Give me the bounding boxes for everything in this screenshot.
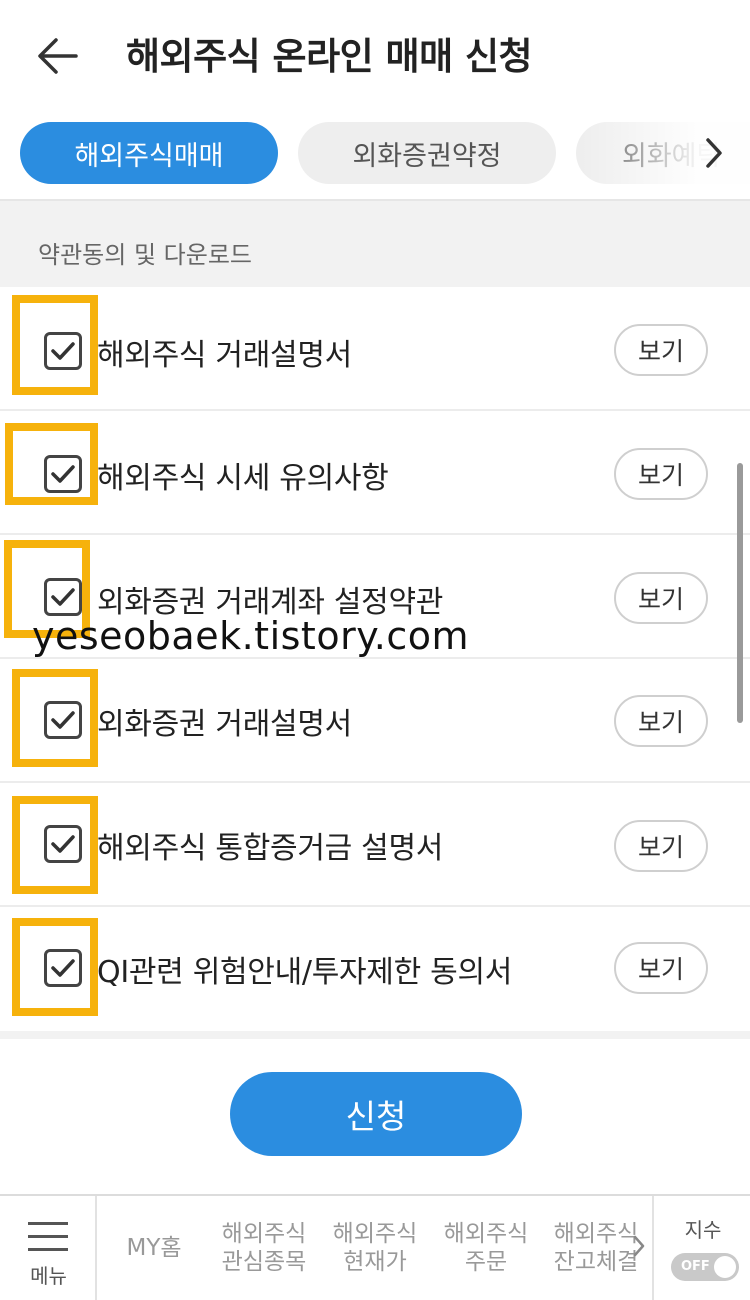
- nav-item-my-home[interactable]: MY홈: [104, 1196, 204, 1300]
- menu-button[interactable]: 메뉴: [0, 1196, 97, 1300]
- toggle-knob: [714, 1256, 736, 1278]
- toggle-state-label: OFF: [681, 1259, 710, 1274]
- checkmark-icon: [51, 711, 75, 729]
- agreement-checkbox[interactable]: [44, 455, 82, 493]
- agreement-row: QI관련 위험안내/투자제한 동의서 보기: [0, 907, 750, 1031]
- agreement-checkbox[interactable]: [44, 701, 82, 739]
- watermark-text: yeseobaek.tistory.com: [32, 614, 469, 658]
- arrow-left-icon: [38, 38, 78, 74]
- agreement-checkbox[interactable]: [44, 949, 82, 987]
- agreement-row: 해외주식 시세 유의사항 보기: [0, 411, 750, 535]
- page-title: 해외주식 온라인 매매 신청: [126, 35, 533, 78]
- agreement-label: QI관련 위험안내/투자제한 동의서: [97, 955, 513, 990]
- agreement-checkbox[interactable]: [44, 332, 82, 370]
- app-header: 해외주식 온라인 매매 신청: [0, 0, 750, 105]
- view-button[interactable]: 보기: [614, 572, 708, 624]
- tab-foreign-securities-agreement[interactable]: 외화증권약정: [298, 122, 556, 184]
- checkmark-icon: [51, 342, 75, 360]
- nav-item-order[interactable]: 해외주식 주문: [432, 1196, 540, 1300]
- nav-item-watchlist[interactable]: 해외주식 관심종목: [210, 1196, 318, 1300]
- divider-band: [0, 1031, 750, 1039]
- agreement-label: 외화증권 거래설명서: [97, 707, 352, 742]
- checkmark-icon: [51, 835, 75, 853]
- index-toggle-panel: 지수 OFF: [652, 1196, 750, 1300]
- nav-item-current-price[interactable]: 해외주식 현재가: [321, 1196, 429, 1300]
- tab-scroll-next-button[interactable]: [696, 135, 732, 171]
- agreement-row: 외화증권 거래설명서 보기: [0, 659, 750, 783]
- agreement-checkbox[interactable]: [44, 825, 82, 863]
- view-button[interactable]: 보기: [614, 820, 708, 872]
- checkmark-icon: [51, 959, 75, 977]
- chevron-right-icon[interactable]: [632, 1234, 646, 1258]
- back-button[interactable]: [30, 28, 86, 84]
- section-header: 약관동의 및 다운로드: [0, 199, 750, 287]
- index-toggle-switch[interactable]: OFF: [671, 1253, 739, 1281]
- apply-button[interactable]: 신청: [230, 1072, 522, 1156]
- tab-overseas-stock-trading[interactable]: 해외주식매매: [20, 122, 278, 184]
- chevron-right-icon: [706, 138, 722, 168]
- view-button[interactable]: 보기: [614, 942, 708, 994]
- vertical-scrollbar[interactable]: [737, 463, 743, 723]
- view-button[interactable]: 보기: [614, 324, 708, 376]
- agreement-row: 해외주식 통합증거금 설명서 보기: [0, 783, 750, 907]
- agreement-label: 해외주식 통합증거금 설명서: [97, 831, 444, 866]
- view-button[interactable]: 보기: [614, 448, 708, 500]
- menu-label: 메뉴: [30, 1264, 67, 1288]
- checkmark-icon: [51, 588, 75, 606]
- agreement-row: 해외주식 거래설명서 보기: [0, 287, 750, 411]
- section-title: 약관동의 및 다운로드: [38, 241, 252, 269]
- checkmark-icon: [51, 465, 75, 483]
- hamburger-icon: [28, 1222, 68, 1261]
- agreement-checkbox[interactable]: [44, 578, 82, 616]
- bottom-navigation: 메뉴 MY홈 해외주식 관심종목 해외주식 현재가 해외주식 주문 해외주식 잔…: [0, 1194, 750, 1300]
- view-button[interactable]: 보기: [614, 695, 708, 747]
- agreement-list: 해외주식 거래설명서 보기 해외주식 시세 유의사항 보기 외화증권 거래계좌 …: [0, 287, 750, 1033]
- category-tabs: 해외주식매매 외화증권약정 외화예탁: [0, 105, 750, 200]
- index-label: 지수: [684, 1218, 722, 1242]
- agreement-label: 해외주식 시세 유의사항: [97, 461, 389, 496]
- agreement-label: 해외주식 거래설명서: [97, 338, 352, 373]
